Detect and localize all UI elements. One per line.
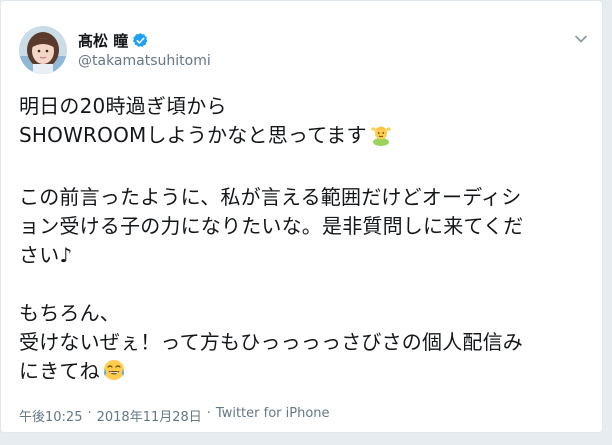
tweet-line-text: SHOWROOMしようかなと思ってます xyxy=(19,123,367,147)
meta-separator: · xyxy=(206,406,211,421)
tweet-time[interactable]: 午後10:25 xyxy=(19,406,82,425)
tweet-line: ョン受ける子の力になりたいな。是非質問しに来てくだ xyxy=(19,214,524,238)
tweet-text: 明日の20時過ぎ頃から SHOWROOMしようかなと思ってます この前言ったよう… xyxy=(19,92,594,390)
tweet-line: 明日の20時過ぎ頃から xyxy=(19,94,227,118)
person-gesturing-ok-emoji xyxy=(369,122,393,154)
tweet-line: にきてね xyxy=(19,357,594,390)
tweet-date[interactable]: 2018年11月28日 xyxy=(97,406,202,425)
meta-separator: · xyxy=(87,406,92,421)
avatar-image xyxy=(19,26,67,74)
face-with-tears-of-joy-emoji xyxy=(102,358,126,390)
tweet-line: この前言ったように、私が言える範囲だけどオーディシ xyxy=(19,185,522,209)
user-name-row[interactable]: 髙松 瞳 xyxy=(78,29,149,51)
chevron-down-icon[interactable] xyxy=(573,31,589,47)
tweet-line: もちろん、 xyxy=(19,301,120,325)
tweet-card: 髙松 瞳 @takamatsuhitomi 明日の20時過ぎ頃から SHOWRO… xyxy=(0,0,603,433)
tweet-source[interactable]: Twitter for iPhone xyxy=(216,406,330,425)
avatar[interactable] xyxy=(19,26,67,74)
display-name[interactable]: 髙松 瞳 xyxy=(78,30,128,51)
tweet-line: さい♪ xyxy=(19,243,73,267)
user-handle[interactable]: @takamatsuhitomi xyxy=(78,53,211,69)
tweet-line: 受けないぜぇ！って方もひっっっっさびさの個人配信み xyxy=(19,330,523,354)
tweet-line-text: にきてね xyxy=(19,359,100,383)
verified-badge-icon xyxy=(132,32,149,49)
tweet-line: SHOWROOMしようかなと思ってます xyxy=(19,121,594,154)
tweet-meta: 午後10:25 · 2018年11月28日 · Twitter for iPho… xyxy=(19,406,330,425)
